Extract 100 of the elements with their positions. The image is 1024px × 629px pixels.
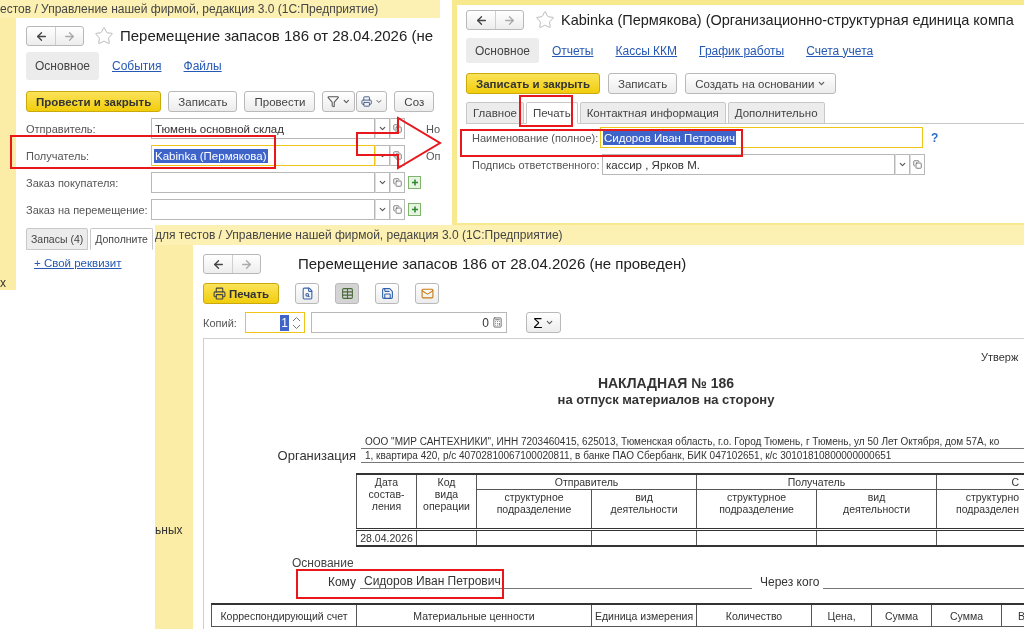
section-link[interactable]: Кассы ККМ bbox=[606, 38, 687, 63]
filter-button[interactable] bbox=[322, 91, 356, 112]
field-label: Получатель: bbox=[26, 149, 91, 162]
tab[interactable]: Контактная информация bbox=[579, 102, 726, 124]
open-button[interactable] bbox=[390, 199, 405, 220]
tab[interactable]: Печать bbox=[525, 102, 578, 124]
open-button[interactable] bbox=[910, 154, 925, 175]
section-link[interactable]: Файлы bbox=[174, 52, 231, 80]
filter-icon bbox=[327, 95, 340, 108]
document-text: Утверж bbox=[980, 351, 1020, 363]
caret-icon bbox=[817, 79, 827, 88]
sum-button[interactable]: Σ bbox=[526, 312, 561, 333]
caret-icon bbox=[378, 178, 387, 187]
caret-icon bbox=[898, 160, 907, 169]
back-arrow-icon bbox=[34, 29, 48, 43]
menu-button[interactable]: Создать на основании bbox=[685, 73, 837, 94]
forward-arrow-icon bbox=[63, 29, 76, 43]
document-title: Перемещение запасов 186 от 28.04.2026 (не проведен) bbox=[298, 254, 687, 274]
column-header: Цена, bbox=[811, 604, 872, 627]
document-subheading: на отпуск материалов на сторону bbox=[556, 392, 776, 408]
field-label: Наименование (полное): bbox=[471, 131, 600, 144]
forward-arrow-icon bbox=[503, 13, 516, 27]
window-heading: Kabinka (Пермякова) (Организационно-структурная единица компа bbox=[561, 11, 1014, 30]
toolbar-button[interactable]: Записать bbox=[168, 91, 238, 112]
column-header: С bbox=[936, 474, 1024, 490]
print-button[interactable] bbox=[356, 91, 388, 112]
column-header: Получатель bbox=[696, 474, 937, 490]
tab[interactable]: Главное bbox=[466, 102, 524, 124]
column-header: Сумма bbox=[931, 604, 1002, 627]
copy-icon bbox=[913, 160, 922, 169]
input-field[interactable] bbox=[151, 199, 375, 220]
section-link[interactable]: События bbox=[103, 52, 171, 80]
section-link[interactable]: Счета учета bbox=[797, 38, 883, 63]
toolbar-button[interactable]: Записать bbox=[608, 73, 678, 94]
dropdown-button[interactable] bbox=[375, 172, 390, 193]
window-title: естов / Управление нашей фирмой, редакция 3.0 (1С:Предприятие) bbox=[0, 0, 440, 18]
section-link[interactable]: График работы bbox=[690, 38, 794, 63]
field-label: Но bbox=[426, 122, 440, 135]
section-tab[interactable]: Основное bbox=[26, 52, 99, 80]
tab[interactable]: Дополнительно bbox=[727, 102, 825, 124]
dropdown-button[interactable] bbox=[375, 118, 390, 139]
toolbar-button[interactable]: Соз bbox=[394, 91, 435, 112]
field-label: Заказ на перемещение: bbox=[26, 203, 149, 216]
dropdown-button[interactable] bbox=[895, 154, 910, 175]
column-header: Корреспондирующий счет bbox=[211, 604, 357, 627]
column-header: Единица измерения bbox=[591, 604, 697, 627]
input-field[interactable]: кассир , Ярков М. bbox=[602, 154, 895, 175]
number-field[interactable]: 0 bbox=[311, 312, 507, 333]
add-attribute-link[interactable]: + Свой реквизит bbox=[34, 257, 122, 269]
open-button[interactable] bbox=[390, 172, 405, 193]
star-icon[interactable] bbox=[535, 10, 555, 30]
table-cell: 28.04.2026 bbox=[356, 529, 417, 546]
copy-icon bbox=[393, 178, 402, 187]
tool-button[interactable] bbox=[295, 283, 320, 304]
column-header: Отправитель bbox=[476, 474, 697, 490]
input-field[interactable]: Сидоров Иван Петрович bbox=[600, 127, 923, 148]
tab[interactable]: Запасы (4) bbox=[26, 228, 89, 250]
print-button[interactable]: Печать bbox=[203, 283, 280, 304]
table-icon bbox=[340, 287, 354, 300]
copies-field[interactable]: 1 bbox=[245, 312, 305, 333]
input-field[interactable]: Тюмень основной склад bbox=[151, 118, 375, 139]
tab[interactable]: Дополните bbox=[90, 228, 153, 250]
organization-details: 1, квартира 420, р/с 40702810067100020811, в банке ПАО Сбербанк, БИК 047102651, к/с 30101810800000000651 bbox=[361, 449, 1024, 463]
field-label: Через кого bbox=[760, 575, 820, 589]
input-field[interactable]: Kabinka (Пермякова) bbox=[151, 145, 375, 166]
column-header: Сумма bbox=[871, 604, 932, 627]
input-field[interactable] bbox=[151, 172, 375, 193]
document-heading: НАКЛАДНАЯ № 186 bbox=[596, 375, 736, 391]
section-tab[interactable]: Основное bbox=[466, 38, 539, 63]
add-icon bbox=[408, 203, 421, 216]
recipient-value: Сидоров Иван Петрович bbox=[360, 574, 752, 589]
back-arrow-icon bbox=[211, 257, 225, 271]
dropdown-button[interactable] bbox=[375, 199, 390, 220]
dropdown-button[interactable] bbox=[375, 145, 390, 166]
help-link[interactable]: ? bbox=[931, 130, 939, 145]
forward-arrow-icon bbox=[240, 257, 253, 271]
section-link[interactable]: Отчеты bbox=[543, 38, 603, 63]
save-icon bbox=[380, 287, 394, 300]
field-label: Заказ покупателя: bbox=[26, 176, 120, 189]
tool-button[interactable] bbox=[415, 283, 440, 304]
caret-icon bbox=[378, 205, 387, 214]
star-icon[interactable] bbox=[94, 26, 114, 46]
toolbar-button[interactable]: Провести bbox=[244, 91, 316, 112]
column-header: Дата состав- ления bbox=[356, 474, 417, 530]
caret-icon bbox=[544, 318, 554, 327]
column-header: Материальные ценности bbox=[356, 604, 592, 627]
tool-button[interactable] bbox=[375, 283, 400, 304]
copy-icon bbox=[393, 205, 402, 214]
preview-icon bbox=[300, 287, 314, 300]
tool-button[interactable] bbox=[335, 283, 360, 304]
field-label: Кому bbox=[326, 575, 357, 589]
toolbar-button[interactable]: Провести и закрыть bbox=[26, 91, 162, 112]
document-title: Перемещение запасов 186 от 28.04.2026 (не bbox=[120, 26, 434, 46]
side-text: х bbox=[0, 276, 6, 290]
toolbar-button[interactable]: Записать и закрыть bbox=[466, 73, 600, 94]
field-label: Основание bbox=[292, 557, 355, 569]
field-label: Копий: bbox=[203, 316, 238, 329]
field-label: Оп bbox=[426, 149, 440, 162]
field-label: Подпись ответственного: bbox=[471, 158, 601, 171]
column-header: Код вида операции bbox=[416, 474, 477, 530]
